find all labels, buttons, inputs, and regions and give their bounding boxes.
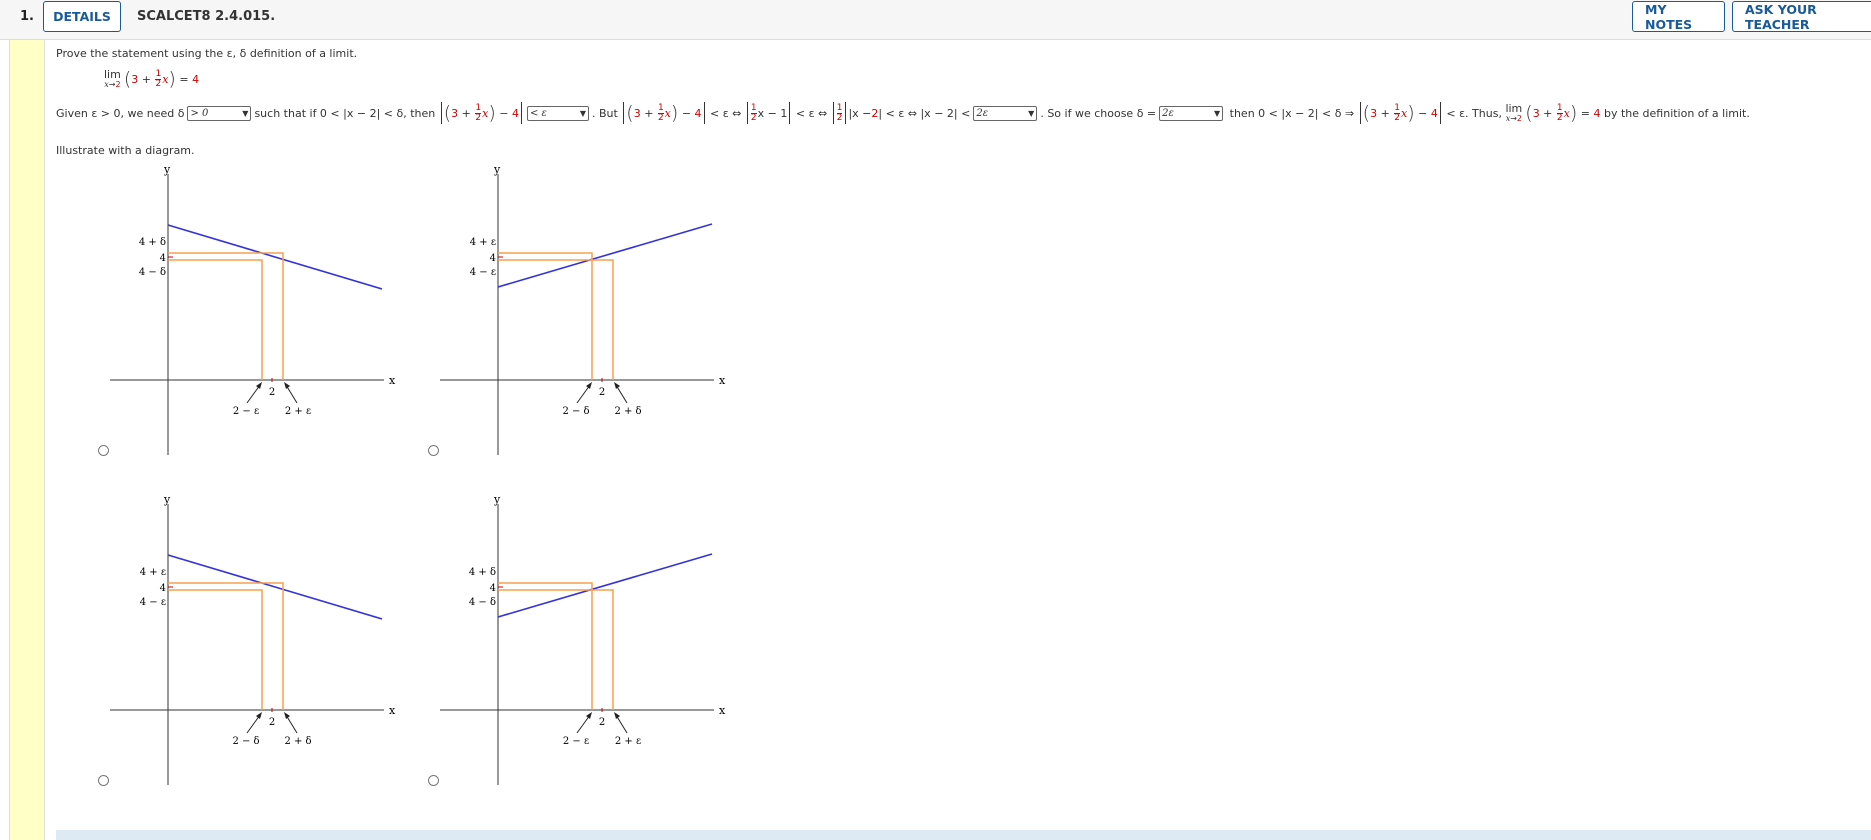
bottom-band: [56, 830, 1871, 840]
y-label-lower: 4 − ε: [140, 597, 166, 608]
y-label-center: 4: [490, 583, 496, 594]
x-label-center: 2: [269, 387, 275, 398]
x-label-right: 2 + δ: [284, 736, 311, 747]
x-label-left: 2 − ε: [233, 406, 259, 417]
guide-inner: [168, 259, 263, 380]
inequality-select[interactable]: < ε ▼: [526, 105, 589, 121]
arrow-left-head: [586, 382, 592, 389]
delta-condition-select[interactable]: > 0 ▼: [187, 105, 252, 121]
question-number: 1.: [20, 9, 34, 24]
function-line: [167, 224, 383, 290]
x-label-left: 2 − δ: [232, 736, 259, 747]
guide-outer: [168, 582, 284, 710]
arrow-left-head: [586, 712, 592, 719]
chevron-down-icon: ▼: [1213, 108, 1221, 118]
question-status-band: [9, 40, 45, 840]
y-axis-label: y: [163, 163, 171, 176]
x-label-center: 2: [599, 717, 605, 728]
arrow-left-shaft: [246, 384, 261, 404]
y-axis-label: y: [493, 493, 501, 506]
arrow-left-head: [256, 382, 262, 389]
y-label-center: 4: [160, 253, 166, 264]
guide-outer: [168, 252, 284, 380]
guide-inner: [498, 582, 593, 710]
y-axis-label: y: [163, 493, 171, 506]
y-label-lower: 4 − δ: [469, 597, 496, 608]
delta-choice-select[interactable]: 2ε ▼: [1159, 105, 1224, 121]
arrow-right-head: [284, 382, 290, 389]
y-label-upper: 4 + δ: [469, 567, 496, 578]
chevron-down-icon: ▼: [242, 108, 249, 118]
radio-option-3[interactable]: [98, 775, 109, 786]
x-label-left: 2 − ε: [563, 736, 589, 747]
ask-your-teacher-button[interactable]: ASK YOUR TEACHER: [1732, 1, 1871, 32]
chevron-down-icon: ▼: [579, 108, 586, 118]
graph-option-2: x y 4 + ε 4 4 − ε 2 2 − δ 2 + δ: [440, 163, 726, 455]
y-label-upper: 4 + δ: [139, 237, 166, 248]
limit-statement: lim x→2 ( 3 + 12 x ) = 4: [104, 67, 200, 90]
chevron-down-icon: ▼: [1028, 108, 1035, 118]
arrow-left-shaft: [576, 384, 591, 404]
radio-option-4[interactable]: [428, 775, 439, 786]
details-button[interactable]: DETAILS: [43, 1, 121, 32]
limit-operator: lim x→2: [104, 68, 121, 89]
radio-option-2[interactable]: [428, 445, 439, 456]
arrow-left-head: [256, 712, 262, 719]
y-label-center: 4: [490, 253, 496, 264]
guide-outer: [498, 259, 614, 380]
arrow-right-head: [284, 712, 290, 719]
function-line: [497, 223, 713, 288]
y-label-upper: 4 + ε: [470, 237, 496, 248]
x-axis-label: x: [389, 374, 396, 387]
illustrate-label: Illustrate with a diagram.: [56, 144, 195, 157]
arrow-left-shaft: [576, 714, 591, 734]
x-label-center: 2: [599, 387, 605, 398]
x-axis-label: x: [719, 704, 726, 717]
graph-option-4: x y 4 + δ 4 4 − δ 2 2 − ε 2 + ε: [440, 493, 726, 785]
x-axis-label: x: [389, 704, 396, 717]
arrow-left-shaft: [246, 714, 261, 734]
fraction-half: 12: [155, 68, 162, 89]
arrow-right-head: [614, 712, 620, 719]
y-label-lower: 4 − ε: [470, 267, 496, 278]
guide-outer: [498, 589, 614, 710]
graph-option-1: x y 4 + δ 4 4 − δ 2 2 − ε 2 + ε: [110, 163, 396, 455]
guide-inner: [498, 252, 593, 380]
function-line: [497, 553, 713, 618]
y-label-upper: 4 + ε: [140, 567, 166, 578]
x-label-center: 2: [269, 717, 275, 728]
y-label-lower: 4 − δ: [139, 267, 166, 278]
problem-prompt: Prove the statement using the ε, δ defin…: [56, 47, 358, 60]
proof-line: Given ε > 0, we need δ > 0 ▼ such that if…: [56, 101, 1750, 124]
question-header: 1. DETAILS SCALCET8 2.4.015. MY NOTES AS…: [0, 0, 1871, 40]
x-label-left: 2 − δ: [562, 406, 589, 417]
radio-option-1[interactable]: [98, 445, 109, 456]
my-notes-button[interactable]: MY NOTES: [1632, 1, 1725, 32]
x-label-right: 2 + ε: [615, 736, 641, 747]
x-label-right: 2 + δ: [614, 406, 641, 417]
x-axis-label: x: [719, 374, 726, 387]
y-axis-label: y: [493, 163, 501, 176]
y-label-center: 4: [160, 583, 166, 594]
question-id: SCALCET8 2.4.015.: [137, 9, 276, 24]
x-label-right: 2 + ε: [285, 406, 311, 417]
graph-option-3: x y 4 + ε 4 4 − ε 2 2 − δ 2 + δ: [110, 493, 396, 785]
bound-select[interactable]: 2ε ▼: [973, 105, 1038, 121]
arrow-right-head: [614, 382, 620, 389]
function-line: [167, 554, 383, 620]
guide-inner: [168, 589, 263, 710]
